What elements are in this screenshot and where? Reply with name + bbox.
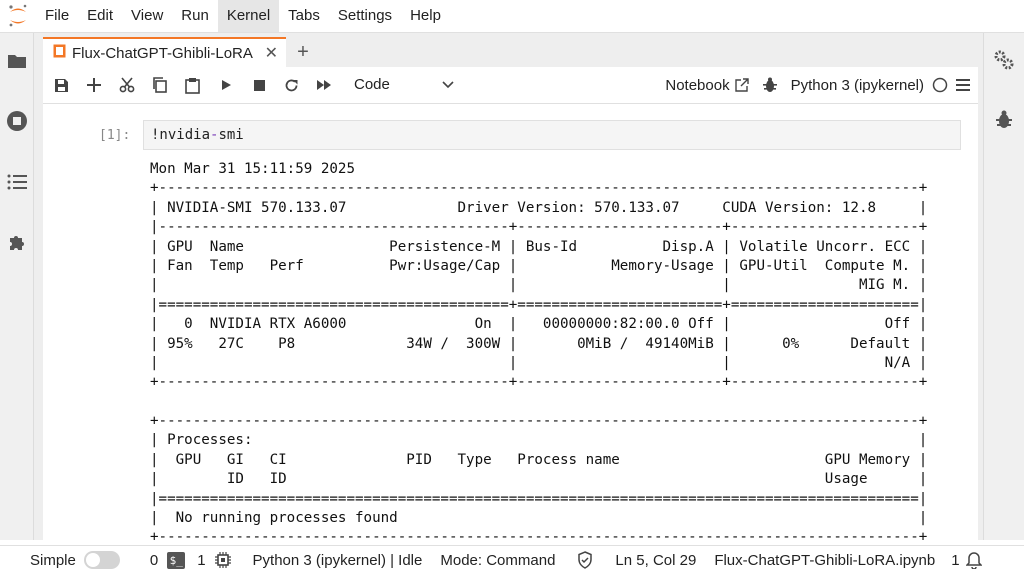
tab-bar: Flux-ChatGPT-Ghibli-LoRA ✕ + [34,33,983,67]
stop-icon[interactable] [249,75,269,95]
status-bar: Simple 0 $_ 1 Python 3 (ipykernel) | Idl… [0,545,1024,574]
kernels-count[interactable]: 1 [197,552,205,569]
output-line: | Processes: | [150,432,928,449]
kernel-status[interactable]: Python 3 (ipykernel) | Idle [253,552,423,569]
kernel-status-circle-icon [932,77,948,93]
toc-icon[interactable] [6,171,28,193]
notification-count[interactable]: 1 [951,552,959,569]
cut-icon[interactable] [117,75,137,95]
insert-cell-icon[interactable] [84,75,104,95]
paste-icon[interactable] [182,75,202,95]
save-icon[interactable] [51,75,71,95]
cell-input[interactable]: !nvidia-smi [143,120,961,150]
output-line: |---------------------------------------… [150,219,928,236]
run-icon[interactable] [216,75,236,95]
output-line: | | | N/A | [150,354,928,371]
menu-view[interactable]: View [122,0,172,32]
output-line: | Fan Temp Perf Pwr:Usage/Cap | Memory-U… [150,257,928,274]
output-line: | NVIDIA-SMI 570.133.07 Driver Version: … [150,199,928,216]
chevron-down-icon [442,73,454,97]
input-command: !nvidia [151,127,211,143]
main-area: Flux-ChatGPT-Ghibli-LoRA ✕ + Code Notebo… [34,33,983,540]
property-inspector-icon[interactable] [993,49,1015,71]
output-line: Mon Mar 31 15:11:59 2025 [150,161,355,177]
terminals-count[interactable]: 0 [150,552,158,569]
close-icon[interactable]: ✕ [265,43,278,63]
running-icon[interactable] [6,110,28,132]
simple-mode-label: Simple [30,551,76,569]
notebook-panel: [1]: !nvidia-smi Mon Mar 31 15:11:59 202… [43,104,978,540]
menu-settings[interactable]: Settings [329,0,401,32]
menu-bar: File Edit View Run Kernel Tabs Settings … [0,0,1024,33]
output-line: | | | MIG M. | [150,277,928,294]
output-line: | 95% 27C P8 34W / 300W | 0MiB / 49140Mi… [150,335,928,352]
left-sidebar [0,33,34,540]
terminal-icon: $_ [167,551,186,569]
output-line: +---------------------------------------… [150,374,928,391]
menu-edit[interactable]: Edit [78,0,122,32]
output-line: +---------------------------------------… [150,529,928,540]
open-notebook-button[interactable]: Notebook [665,76,749,94]
output-line: | 0 NVIDIA RTX A6000 On | 00000000:82:00… [150,316,928,333]
cell-output: Mon Mar 31 15:11:59 2025 +---------------… [150,160,970,540]
right-sidebar [983,33,1024,540]
output-line: | ID ID Usage | [150,471,928,488]
file-name: Flux-ChatGPT-Ghibli-LoRA.ipynb [714,551,936,569]
menu-run[interactable]: Run [172,0,218,32]
output-line: | No running processes found | [150,510,928,527]
cursor-position[interactable]: Ln 5, Col 29 [615,552,696,569]
input-command-suffix: smi [218,127,244,143]
output-line: |=======================================… [150,296,928,313]
tab-notebook[interactable]: Flux-ChatGPT-Ghibli-LoRA ✕ [43,37,286,67]
output-line: |=======================================… [150,490,928,507]
launch-icon [734,78,749,92]
debugger-icon[interactable] [993,109,1015,131]
tab-title: Flux-ChatGPT-Ghibli-LoRA [72,44,253,62]
output-line: | GPU Name Persistence-M | Bus-Id Disp.A… [150,238,928,255]
shield-check-icon[interactable] [577,551,593,569]
debugger-toggle-icon[interactable] [762,77,777,93]
cell-prompt: [1]: [99,128,131,143]
menu-tabs[interactable]: Tabs [279,0,329,32]
output-line: +---------------------------------------… [150,180,928,197]
fast-forward-icon[interactable] [314,75,334,95]
notebook-label: Notebook [665,76,730,94]
copy-icon[interactable] [149,75,169,95]
bell-icon[interactable] [965,551,982,569]
kernel-chip-icon [214,552,231,568]
cell-type-select[interactable]: Code [354,73,454,97]
output-line: +---------------------------------------… [150,413,928,430]
notebook-toolbar: Code Notebook Python 3 (ipykernel) [43,67,978,104]
folder-icon[interactable] [6,50,28,72]
menu-kernel[interactable]: Kernel [217,0,280,32]
output-line: | GPU GI CI PID Type Process name GPU Me… [150,451,928,468]
cell-type-value: Code [354,76,390,93]
menu-hamburger-icon[interactable] [956,79,970,91]
jupyter-logo-icon [0,0,36,32]
extensions-icon[interactable] [6,231,28,253]
notebook-mode: Mode: Command [440,551,556,569]
kernel-name[interactable]: Python 3 (ipykernel) [791,77,924,94]
menu-file[interactable]: File [36,0,78,32]
toolbar-right: Notebook Python 3 (ipykernel) [657,67,970,103]
menu-help[interactable]: Help [401,0,450,32]
add-tab-button[interactable]: + [288,37,318,67]
simple-mode-toggle[interactable] [83,551,120,569]
restart-icon[interactable] [281,75,301,95]
notebook-icon [53,44,66,62]
